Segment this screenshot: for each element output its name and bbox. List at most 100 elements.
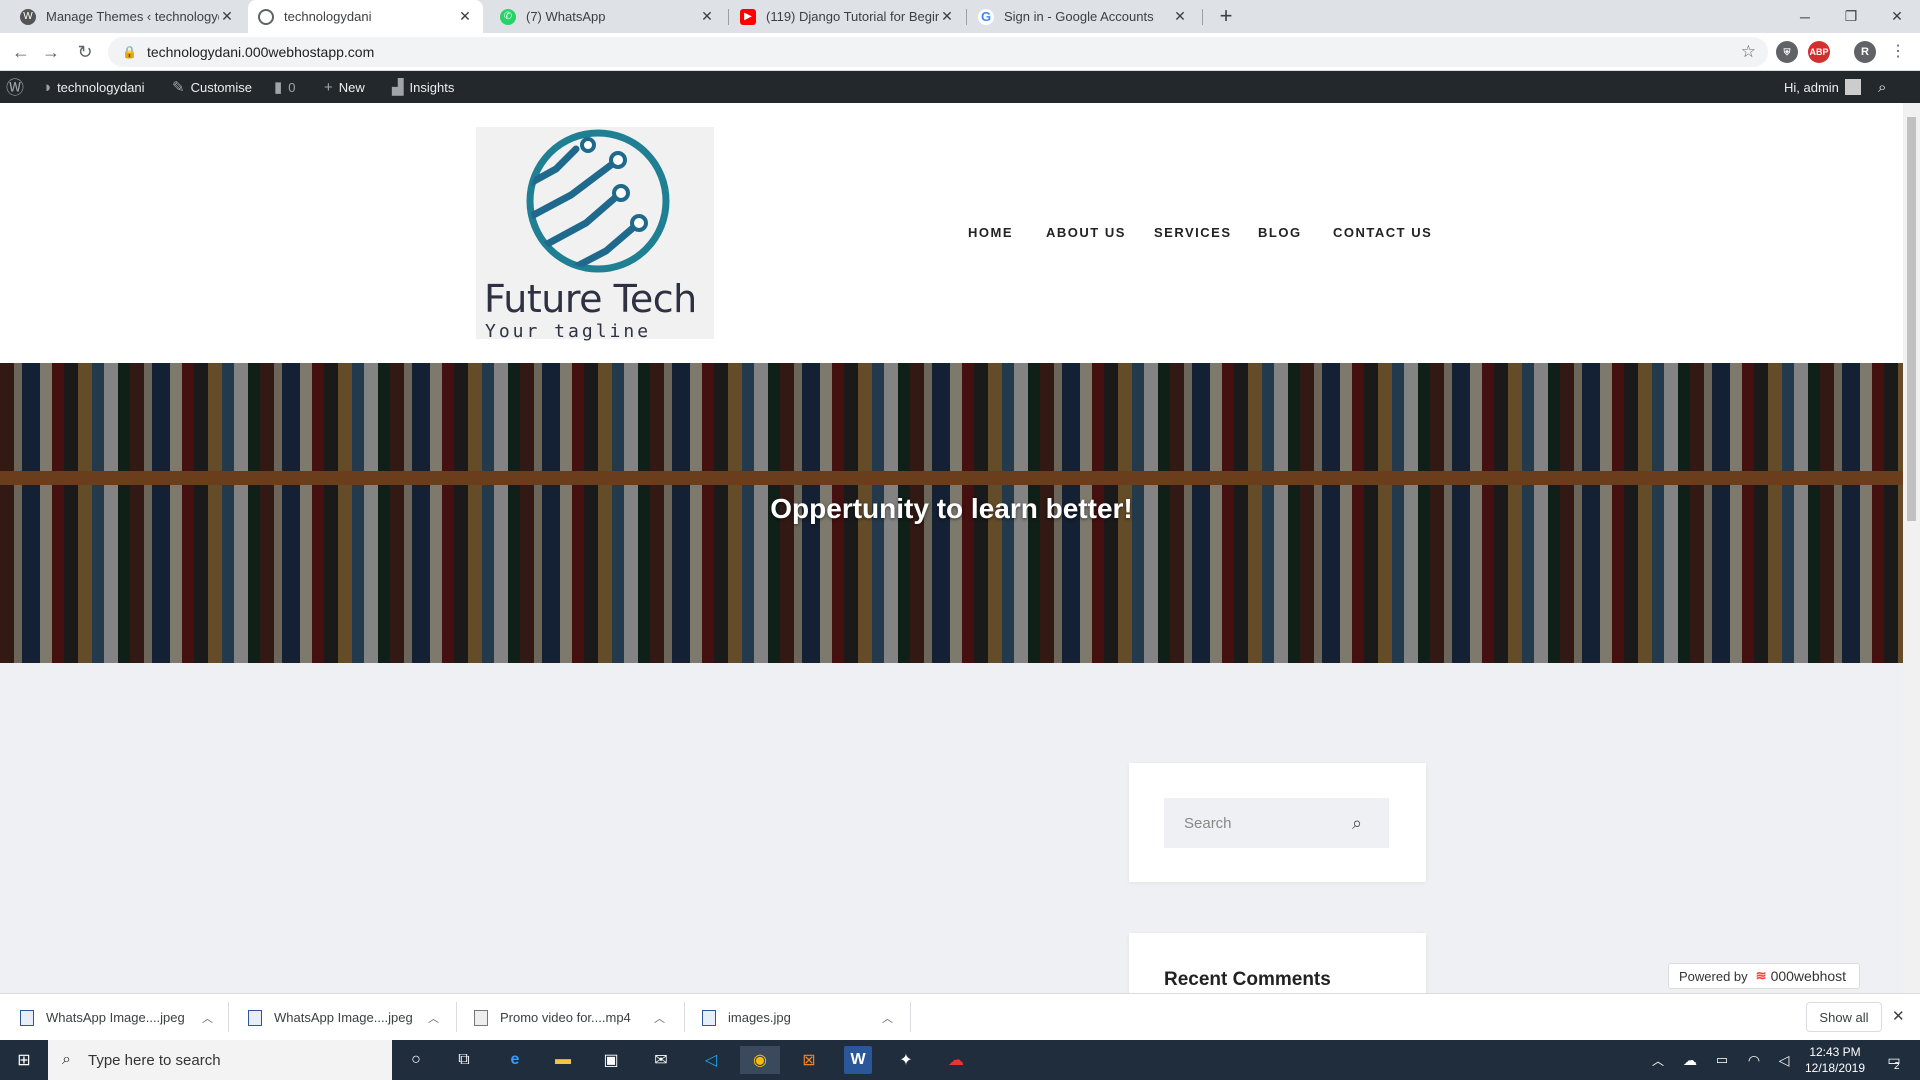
new-tab-button[interactable]: + [1214,4,1238,28]
back-icon[interactable]: ← [8,39,34,65]
admin-site-link[interactable]: ◑ technologydani [42,71,145,103]
taskbar-search-placeholder: Type here to search [88,1051,221,1069]
battery-icon[interactable]: ▭ [1708,1046,1736,1074]
onedrive-icon[interactable]: ☁ [1676,1046,1704,1074]
google-icon: G [978,8,994,25]
volume-icon[interactable]: ◁ [1770,1046,1798,1074]
download-item[interactable]: WhatsApp Image....jpeg ︿ [248,994,448,1041]
app-icon[interactable]: ☁ [942,1046,970,1074]
scrollbar-thumb[interactable] [1907,117,1916,521]
tab-technologydani[interactable]: technologydani ✕ [248,0,483,33]
tab-django-tutorial[interactable]: ▶ (119) Django Tutorial for Beginne ✕ [730,0,965,33]
restore-icon[interactable]: ❐ [1828,0,1874,33]
search-placeholder: Search [1184,814,1232,832]
hero-title: Oppertunity to learn better! [770,493,1133,524]
download-item[interactable]: Promo video for....mp4 ︿ [474,994,674,1041]
mail-icon[interactable]: ✉ [647,1046,675,1074]
store-icon[interactable]: ▣ [597,1046,625,1074]
new-label: New [338,79,365,95]
bookshelf-board [0,471,1903,485]
nav-contact-us[interactable]: CONTACT US [1333,225,1432,240]
close-icon[interactable]: ✕ [457,8,473,25]
show-all-button[interactable]: Show all [1806,1002,1882,1032]
site-header: Future Tech Your tagline HOME ABOUT US S… [0,103,1903,363]
lock-icon: 🔒 [122,45,137,59]
taskbar-search-input[interactable]: ⌕ Type here to search [48,1040,392,1080]
taskbar-clock[interactable]: 12:43 PM 12/18/2019 [1800,1044,1870,1076]
menu-dots-icon[interactable]: ⋮ [1890,41,1906,61]
close-icon[interactable]: ✕ [699,8,715,25]
comments-count: 0 [288,79,296,95]
chrome-icon[interactable]: ◉ [740,1046,780,1074]
powered-by-label: Powered by [1679,968,1748,984]
download-filename: Promo video for....mp4 [500,1010,631,1025]
wifi-icon[interactable]: ◠ [1740,1046,1768,1074]
adblock-plus-icon[interactable]: ABP [1808,41,1830,63]
extension-icon[interactable]: ⛨ [1776,41,1798,63]
tab-google-sign-in[interactable]: G Sign in - Google Accounts ✕ [968,0,1198,33]
admin-comments-link[interactable]: ▮ 0 [274,71,296,103]
tab-separator [1202,9,1203,25]
chevron-up-icon[interactable]: ︿ [882,1010,893,1026]
000webhost-logo-icon: ≋ [1755,968,1767,983]
search-icon[interactable]: ⌕ [1352,813,1362,834]
chevron-up-icon[interactable]: ︿ [202,1010,213,1026]
powered-by-badge[interactable]: Powered by ≋ 000webhost [1668,963,1860,989]
file-explorer-icon[interactable]: ▬ [549,1046,577,1074]
divider [456,1002,457,1032]
admin-insights-link[interactable]: ▟ Insights [392,71,454,103]
nav-blog[interactable]: BLOG [1258,225,1302,240]
site-name: technologydani [57,79,145,95]
close-icon[interactable]: ✕ [1172,8,1188,25]
download-filename: WhatsApp Image....jpeg [46,1010,185,1025]
logo-tagline: Your tagline [485,321,652,342]
page-scrollbar[interactable] [1903,103,1920,993]
recent-comments-title: Recent Comments [1164,969,1331,990]
site-logo[interactable]: Future Tech Your tagline [476,127,714,342]
close-icon[interactable]: ✕ [939,8,955,25]
windows-start-icon[interactable]: ⊞ [10,1046,38,1074]
reload-icon[interactable]: ↻ [72,39,98,65]
task-view-icon[interactable]: ⧉ [450,1046,478,1074]
browser-toolbar: ← → ↻ 🔒 technologydani.000webhostapp.com… [0,33,1920,71]
chevron-up-icon[interactable]: ︿ [1644,1046,1672,1074]
minimize-icon[interactable]: ─ [1782,0,1828,33]
youtube-icon: ▶ [740,8,756,25]
forward-icon[interactable]: → [38,39,64,65]
bookmark-star-icon[interactable]: ☆ [1741,42,1756,62]
circuit-logo-icon [526,129,670,273]
avatar [1844,79,1861,95]
admin-account-menu[interactable]: Hi, admin [1784,71,1861,103]
nav-home[interactable]: HOME [968,225,1013,240]
word-icon[interactable]: W [844,1046,872,1074]
download-item[interactable]: images.jpg ︿ [702,994,902,1041]
close-icon[interactable]: ✕ [219,8,235,25]
logo-name: Future Tech [484,277,697,321]
search-input[interactable]: Search ⌕ [1164,798,1389,848]
vscode-icon[interactable]: ◁ [697,1046,725,1074]
cortana-icon[interactable]: ○ [402,1046,430,1074]
admin-search-icon[interactable]: ⌕ [1878,71,1886,103]
xampp-icon[interactable]: ⊠ [795,1046,823,1074]
address-bar[interactable]: 🔒 technologydani.000webhostapp.com ☆ [108,37,1768,67]
chevron-up-icon[interactable]: ︿ [654,1010,665,1026]
browser-tab-strip: W Manage Themes ‹ technologyda ✕ technol… [0,0,1920,33]
tab-whatsapp[interactable]: ✆ (7) WhatsApp ✕ [490,0,725,33]
paint-icon[interactable]: ✦ [892,1046,920,1074]
profile-avatar[interactable]: R [1854,41,1876,63]
nav-about-us[interactable]: ABOUT US [1046,225,1126,240]
chevron-up-icon[interactable]: ︿ [428,1010,439,1026]
divider [228,1002,229,1032]
download-item[interactable]: WhatsApp Image....jpeg ︿ [20,994,220,1041]
nav-services[interactable]: SERVICES [1154,225,1232,240]
insights-label: Insights [409,79,455,95]
admin-customise-link[interactable]: ✎ Customise [172,71,252,103]
tab-title: (7) WhatsApp [526,9,606,24]
close-downloads-icon[interactable]: ✕ [1892,1007,1905,1025]
edge-icon[interactable]: e [501,1046,529,1074]
wordpress-logo-icon[interactable]: Ⓦ [6,71,30,103]
tab-manage-themes[interactable]: W Manage Themes ‹ technologyda ✕ [10,0,245,33]
close-window-icon[interactable]: ✕ [1874,0,1920,33]
admin-new-link[interactable]: + New [324,71,365,103]
downloads-bar: WhatsApp Image....jpeg ︿ WhatsApp Image.… [0,993,1920,1040]
